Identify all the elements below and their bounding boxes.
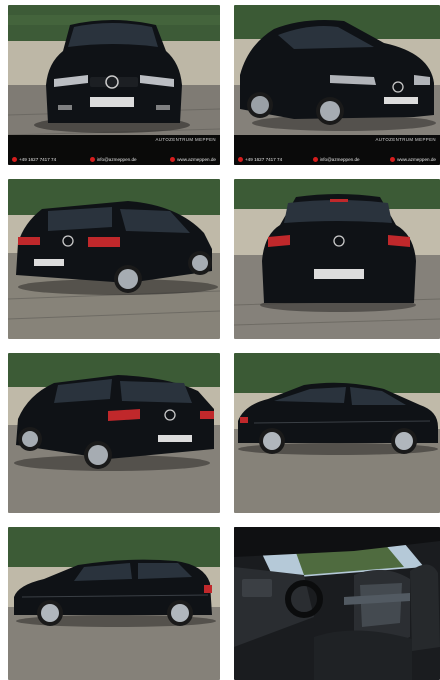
phone-icon bbox=[12, 157, 17, 162]
dealer-phone: +49 1627 7417 74 bbox=[12, 157, 56, 162]
car-rear-photo bbox=[234, 179, 440, 339]
email-icon bbox=[89, 157, 95, 162]
dealer-email-text-2: info@azmeppen.de bbox=[319, 157, 360, 162]
dealer-phone-text-2: +49 1627 7417 74 bbox=[245, 157, 283, 162]
phone-icon bbox=[238, 157, 243, 162]
dealer-phone-2: +49 1627 7417 74 bbox=[238, 157, 282, 162]
car-side-left-photo bbox=[8, 527, 220, 680]
dealer-website: www.azmeppen.de bbox=[170, 157, 216, 162]
globe-icon bbox=[390, 157, 396, 162]
car-rear-right-photo bbox=[8, 353, 220, 513]
gallery-photo-front-three-quarter[interactable]: AUTOZENTRUM MEPPEN +49 1627 7417 74 info… bbox=[234, 5, 440, 165]
dealer-email: info@azmeppen.de bbox=[89, 157, 137, 162]
photo-gallery: AUTOZENTRUM MEPPEN +49 1627 7417 74 info… bbox=[0, 0, 440, 680]
globe-icon bbox=[170, 157, 176, 162]
dealer-contact-row-2: +49 1627 7417 74 info@azmeppen.de www.az… bbox=[238, 157, 436, 162]
gallery-photo-side-left[interactable] bbox=[8, 527, 220, 680]
dealer-brand-name: AUTOZENTRUM MEPPEN bbox=[155, 137, 216, 142]
dealer-phone-text: +49 1627 7417 74 bbox=[19, 157, 57, 162]
dealer-footer: AUTOZENTRUM MEPPEN +49 1627 7417 74 info… bbox=[8, 135, 220, 165]
dealer-contact-row: +49 1627 7417 74 info@azmeppen.de www.az… bbox=[12, 157, 216, 162]
car-side-photo bbox=[234, 353, 440, 513]
dealer-brand-name-2: AUTOZENTRUM MEPPEN bbox=[375, 137, 436, 142]
car-interior-photo bbox=[234, 527, 440, 680]
dealer-brand: AUTOZENTRUM MEPPEN bbox=[155, 137, 216, 142]
gallery-photo-rear-three-quarter-left[interactable] bbox=[8, 179, 220, 339]
car-rear-three-quarter-photo bbox=[8, 179, 220, 339]
gallery-photo-interior[interactable] bbox=[234, 527, 440, 680]
gallery-photo-side-right[interactable] bbox=[234, 353, 440, 513]
dealer-email-text: info@azmeppen.de bbox=[96, 157, 137, 162]
dealer-website-text: www.azmeppen.de bbox=[177, 157, 216, 162]
dealer-brand-2: AUTOZENTRUM MEPPEN bbox=[375, 137, 436, 142]
dealer-footer-2: AUTOZENTRUM MEPPEN +49 1627 7417 74 info… bbox=[234, 135, 440, 165]
gallery-photo-front[interactable]: AUTOZENTRUM MEPPEN +49 1627 7417 74 info… bbox=[8, 5, 220, 165]
dealer-website-text-2: www.azmeppen.de bbox=[397, 157, 436, 162]
dealer-website-2: www.azmeppen.de bbox=[390, 157, 436, 162]
dealer-email-2: info@azmeppen.de bbox=[312, 157, 360, 162]
email-icon bbox=[312, 157, 318, 162]
gallery-photo-rear-three-quarter-right[interactable] bbox=[8, 353, 220, 513]
gallery-photo-rear[interactable] bbox=[234, 179, 440, 339]
